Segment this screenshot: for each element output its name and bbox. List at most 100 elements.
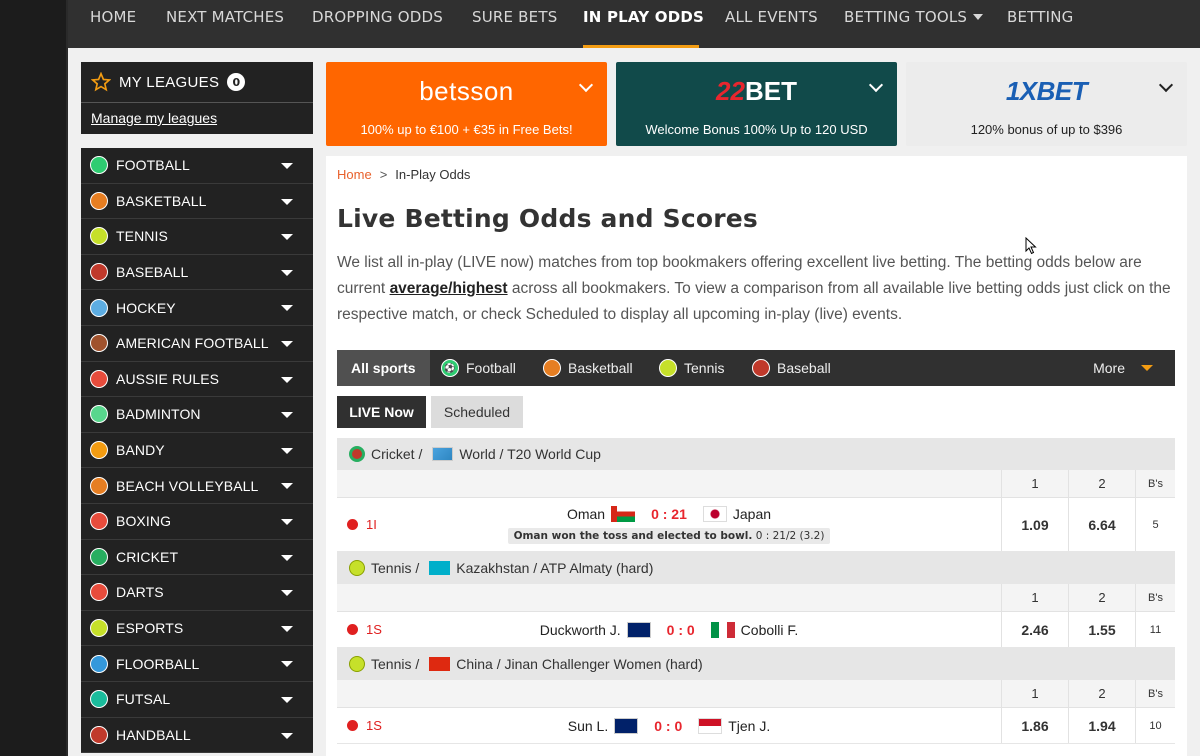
- chevron-down-icon[interactable]: [281, 234, 293, 241]
- star-icon: [91, 72, 111, 92]
- chevron-down-icon[interactable]: [281, 340, 293, 347]
- betsson-logo: betsson: [419, 76, 514, 106]
- sport-label: Tennis /: [371, 656, 420, 672]
- match-row[interactable]: 1S Sun L. 0 : 0 Tjen J. 1.86 1.94 10: [337, 708, 1175, 744]
- chevron-down-icon[interactable]: [281, 554, 293, 561]
- baseball-icon: [752, 359, 770, 377]
- bookmaker-count: 5: [1135, 498, 1175, 551]
- breadcrumb-home-link[interactable]: Home: [337, 167, 372, 182]
- chevron-down-icon[interactable]: [281, 732, 293, 739]
- match-row[interactable]: 1I Oman 0 : 21 Japan Oman won the toss a…: [337, 498, 1175, 552]
- sidebar-item-futsal[interactable]: FUTSAL: [81, 681, 313, 718]
- bookmaker-count: 11: [1135, 612, 1175, 647]
- league-header[interactable]: Cricket / World / T20 World Cup: [337, 438, 1175, 470]
- chevron-down-icon[interactable]: [281, 447, 293, 454]
- average-highest-link[interactable]: average/highest: [390, 280, 508, 297]
- home-odds[interactable]: 1.09: [1001, 498, 1068, 551]
- chevron-down-icon[interactable]: [281, 269, 293, 276]
- nav-betting[interactable]: BETTING: [1007, 8, 1074, 26]
- sidebar-item-football[interactable]: FOOTBALL: [81, 148, 313, 184]
- chevron-down-icon[interactable]: [281, 661, 293, 668]
- nav-all-events[interactable]: ALL EVENTS: [725, 8, 818, 26]
- header-bookmakers: B's: [1135, 584, 1175, 611]
- sidebar-item-aussie-rules[interactable]: AUSSIE RULES: [81, 361, 313, 398]
- home-team: Sun L.: [567, 717, 609, 734]
- tab-baseball-label: Baseball: [777, 360, 831, 376]
- chevron-down-icon[interactable]: [281, 590, 293, 597]
- sidebar-item-tennis[interactable]: TENNIS: [81, 219, 313, 255]
- tab-football[interactable]: ⚽ Football: [441, 350, 516, 386]
- american-football-icon: [90, 334, 108, 353]
- chevron-down-icon[interactable]: [281, 305, 293, 312]
- scheduled-button[interactable]: Scheduled: [431, 396, 523, 428]
- floorball-icon: [90, 654, 108, 673]
- match-row[interactable]: 1S Duckworth J. 0 : 0 Cobolli F. 2.46 1.…: [337, 612, 1175, 648]
- away-odds[interactable]: 1.55: [1068, 612, 1135, 647]
- nav-betting-tools[interactable]: BETTING TOOLS: [844, 8, 984, 26]
- sidebar-item-floorball[interactable]: FLOORBALL: [81, 646, 313, 682]
- handball-icon: [90, 725, 108, 744]
- sidebar-item-beach-volleyball[interactable]: BEACH VOLLEYBALL: [81, 468, 313, 504]
- divider: [81, 102, 313, 103]
- nav-sure-bets[interactable]: SURE BETS: [472, 8, 557, 26]
- nav-next-matches[interactable]: NEXT MATCHES: [166, 8, 284, 26]
- sidebar-item-hockey[interactable]: HOCKEY: [81, 290, 313, 326]
- league-header[interactable]: Tennis / Kazakhstan / ATP Almaty (hard): [337, 552, 1175, 584]
- football-icon: ⚽: [441, 359, 459, 377]
- betsson-banner[interactable]: betsson 100% up to €100 + €35 in Free Be…: [326, 62, 607, 146]
- sidebar-item-darts[interactable]: DARTS: [81, 575, 313, 611]
- left-edge-strip: [0, 0, 68, 756]
- chevron-down-icon[interactable]: [281, 696, 293, 703]
- tab-football-label: Football: [466, 360, 516, 376]
- chevron-down-icon: [973, 13, 984, 20]
- home-odds[interactable]: 1.86: [1001, 708, 1068, 743]
- sidebar-item-label: HOCKEY: [116, 299, 176, 316]
- 22bet-bonus-text: Welcome Bonus 100% Up to 120 USD: [645, 122, 868, 137]
- more-sports-dropdown[interactable]: More: [1093, 350, 1153, 386]
- chevron-down-icon[interactable]: [281, 483, 293, 490]
- tab-tennis[interactable]: Tennis: [659, 350, 724, 386]
- home-odds[interactable]: 2.46: [1001, 612, 1068, 647]
- japan-flag-icon: [702, 505, 727, 522]
- chevron-down-icon[interactable]: [281, 625, 293, 632]
- main-content: Home > In-Play Odds Live Betting Odds and …: [326, 156, 1187, 756]
- 22bet-banner[interactable]: 22BET Welcome Bonus 100% Up to 120 USD: [616, 62, 897, 146]
- 1xbet-logo: 1XBET: [1005, 76, 1088, 106]
- my-leagues-count: 0: [227, 73, 246, 91]
- chevron-down-icon[interactable]: [281, 412, 293, 419]
- australia-flag-icon: [626, 621, 651, 638]
- tab-basketball[interactable]: Basketball: [543, 350, 633, 386]
- nav-home[interactable]: HOME: [90, 8, 136, 26]
- nav-in-play-odds[interactable]: IN PLAY ODDS: [583, 8, 704, 26]
- chevron-down-icon[interactable]: [281, 518, 293, 525]
- aussie-rules-icon: [90, 369, 108, 388]
- away-odds[interactable]: 1.94: [1068, 708, 1135, 743]
- chevron-down-icon[interactable]: [281, 198, 293, 205]
- sidebar-item-handball[interactable]: HANDBALL: [81, 717, 313, 754]
- sidebar-item-basketball[interactable]: BASKETBALL: [81, 183, 313, 220]
- chevron-down-icon[interactable]: [281, 376, 293, 383]
- league-header[interactable]: Tennis / China / Jinan Challenger Women …: [337, 648, 1175, 680]
- cricket-icon: [349, 446, 365, 462]
- away-odds[interactable]: 6.64: [1068, 498, 1135, 551]
- sidebar-item-label: TENNIS: [116, 228, 168, 245]
- tennis-icon: [349, 560, 365, 576]
- sidebar-item-badminton[interactable]: BADMINTON: [81, 397, 313, 433]
- chevron-down-icon[interactable]: [281, 163, 293, 169]
- match-teams: Sun L. 0 : 0 Tjen J.: [337, 708, 1001, 743]
- sport-filter-tabs: All sports ⚽ Football Basketball Tennis B…: [337, 350, 1175, 386]
- sidebar-item-label: BASKETBALL: [116, 192, 207, 209]
- sidebar-item-esports[interactable]: ESPORTS: [81, 610, 313, 647]
- tab-baseball[interactable]: Baseball: [752, 350, 831, 386]
- sidebar-item-american-football[interactable]: AMERICAN FOOTBALL: [81, 325, 313, 362]
- sidebar-item-baseball[interactable]: BASEBALL: [81, 254, 313, 291]
- sidebar-item-label: BOXING: [116, 513, 172, 530]
- sidebar-item-boxing[interactable]: BOXING: [81, 503, 313, 540]
- manage-leagues-link[interactable]: Manage my leagues: [91, 110, 217, 126]
- tab-all-sports[interactable]: All sports: [337, 350, 430, 386]
- sidebar-item-bandy[interactable]: BANDY: [81, 432, 313, 469]
- live-now-button[interactable]: LIVE Now: [337, 396, 426, 428]
- nav-dropping-odds[interactable]: DROPPING ODDS: [312, 8, 443, 26]
- sidebar-item-cricket[interactable]: CRICKET: [81, 539, 313, 576]
- 1xbet-banner[interactable]: 1XBET 120% bonus of up to $396: [906, 62, 1187, 146]
